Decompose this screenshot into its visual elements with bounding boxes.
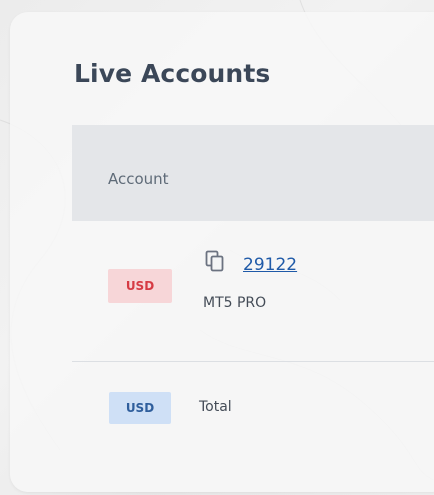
- table-header: Account: [72, 125, 434, 221]
- card-title: Live Accounts: [74, 59, 271, 88]
- account-number-link[interactable]: 29122: [243, 255, 297, 275]
- total-currency-badge: USD: [109, 392, 171, 424]
- currency-badge: USD: [108, 269, 172, 303]
- column-header-account: Account: [108, 170, 169, 188]
- total-label: Total: [199, 399, 232, 415]
- total-row: USD Total: [72, 362, 434, 452]
- table-row: USD 29122 MT5 PRO: [72, 221, 434, 362]
- live-accounts-card: Live Accounts Account USD 29122 MT5 PRO …: [10, 12, 434, 492]
- account-type: MT5 PRO: [203, 295, 267, 311]
- copy-icon[interactable]: [205, 250, 225, 272]
